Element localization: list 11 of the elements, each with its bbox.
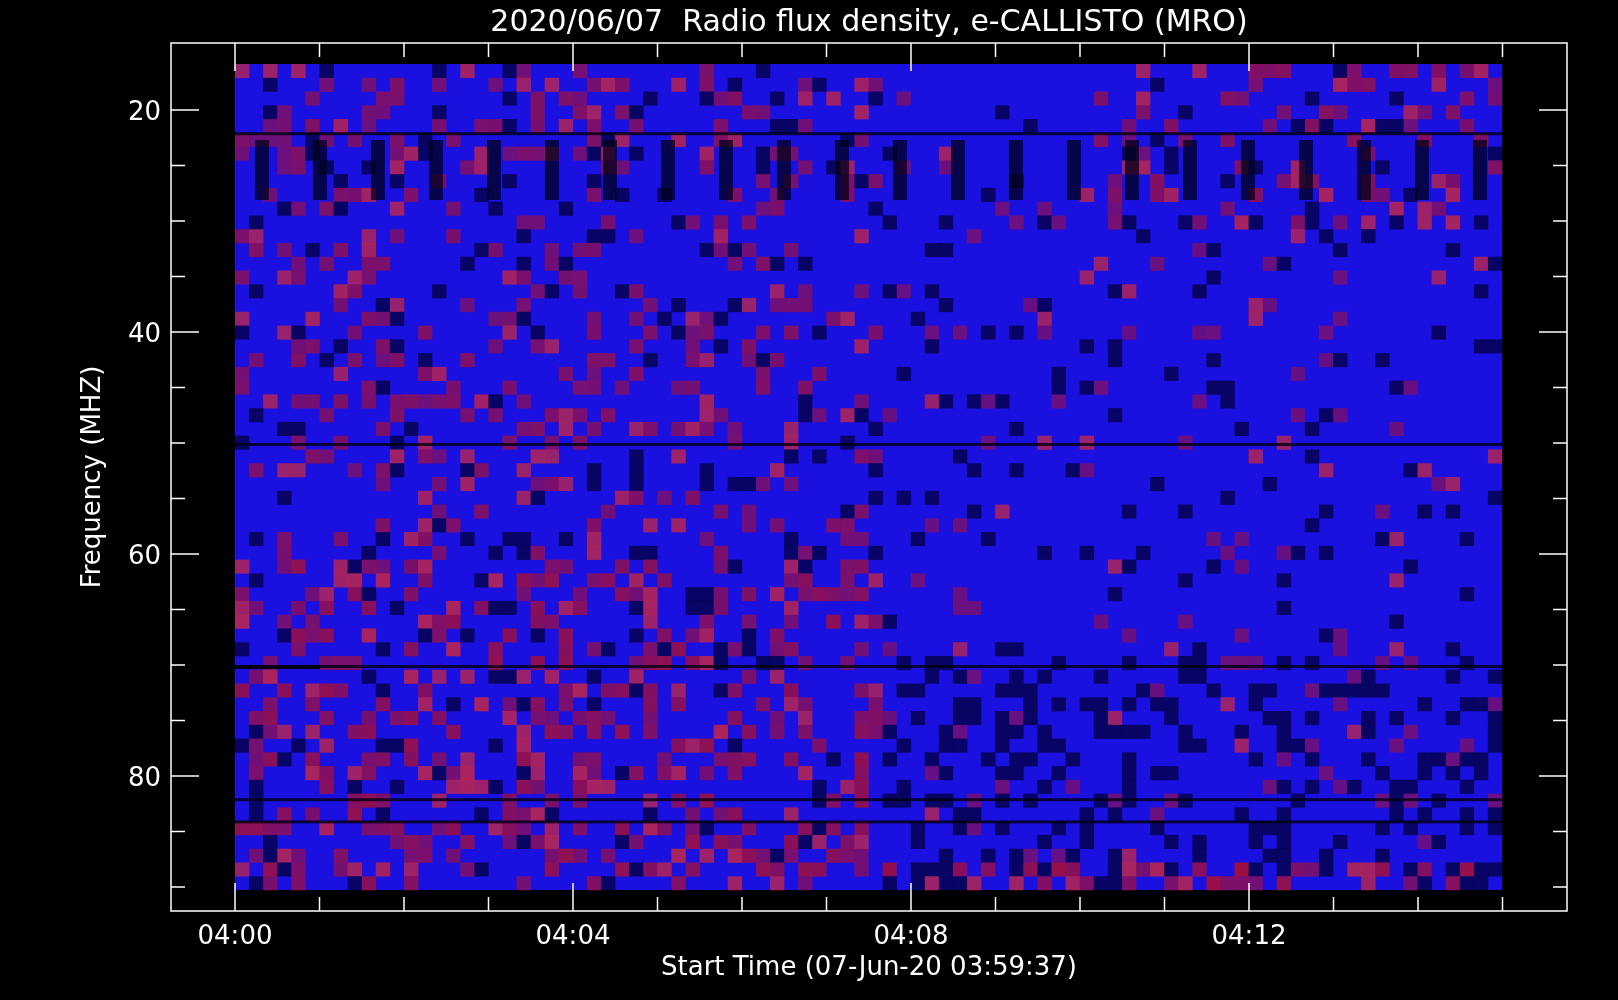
y-tick-label: 40 [127,318,161,348]
x-tick-label: 04:04 [535,920,611,950]
chart-title: 2020/06/07 Radio flux density, e-CALLISTO (MRO) [490,3,1248,38]
y-axis-label: Frequency (MHZ) [76,365,106,589]
x-axis-label: Start Time (07-Jun-20 03:59:37) [661,951,1077,981]
x-tick-label: 04:00 [197,920,273,950]
y-tick-label: 20 [127,96,161,126]
x-tick-label: 04:08 [873,920,949,950]
x-tick-label: 04:12 [1211,920,1287,950]
y-tick-label: 60 [127,540,161,570]
y-tick-label: 80 [127,762,161,792]
